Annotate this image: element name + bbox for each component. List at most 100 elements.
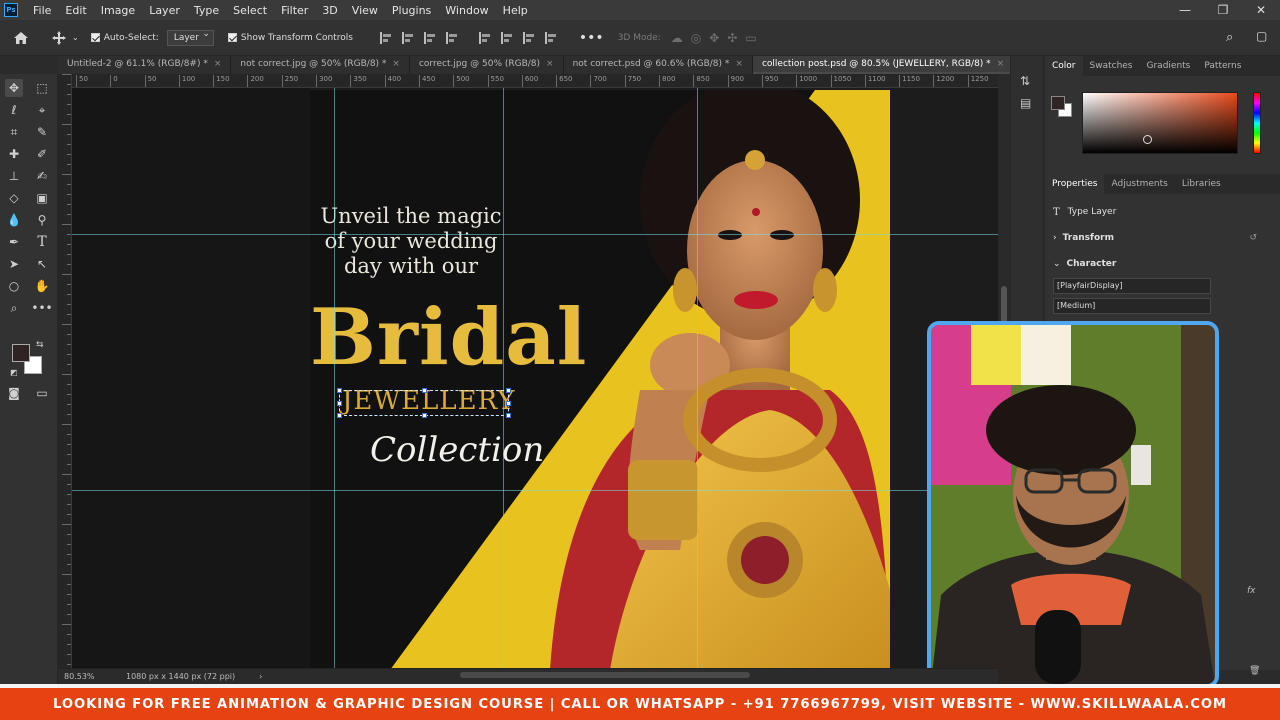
foreground-color-swatch[interactable] bbox=[1051, 96, 1065, 110]
minimize-button[interactable]: — bbox=[1166, 0, 1204, 20]
quick-mask-icon[interactable]: ◙ bbox=[5, 384, 23, 402]
text-selection-box[interactable] bbox=[337, 388, 511, 418]
picker-cursor[interactable] bbox=[1143, 135, 1152, 144]
history-brush-tool-icon[interactable]: ✍ bbox=[33, 167, 51, 185]
color-picker-field[interactable] bbox=[1082, 92, 1238, 154]
default-colors-icon[interactable]: ◩ bbox=[10, 368, 18, 377]
hue-slider[interactable] bbox=[1253, 92, 1261, 154]
gradient-tool-icon[interactable]: ▣ bbox=[33, 189, 51, 207]
horizontal-scrollbar[interactable] bbox=[460, 672, 750, 678]
menu-window[interactable]: Window bbox=[438, 4, 495, 17]
guide-horizontal[interactable] bbox=[72, 234, 998, 235]
path-select-tool-icon[interactable]: ➤ bbox=[5, 255, 23, 273]
auto-select-checkbox[interactable] bbox=[90, 33, 100, 42]
document-info[interactable]: 1080 px x 1440 px (72 ppi) bbox=[126, 672, 235, 681]
history-icon[interactable]: ⇅ bbox=[1020, 74, 1030, 88]
tab-swatches[interactable]: Swatches bbox=[1083, 56, 1140, 76]
chevron-down-icon[interactable]: ⌄ bbox=[72, 33, 79, 42]
fx-label[interactable]: fx bbox=[1247, 586, 1256, 596]
font-family-select[interactable]: [PlayfairDisplay] bbox=[1053, 278, 1211, 294]
menu-3d[interactable]: 3D bbox=[315, 4, 344, 17]
show-transform-checkbox[interactable] bbox=[227, 33, 237, 42]
transform-handle[interactable] bbox=[506, 413, 511, 418]
type-tool-icon[interactable]: T bbox=[33, 233, 51, 251]
direct-select-tool-icon[interactable]: ↖ bbox=[33, 255, 51, 273]
tab-collection-post[interactable]: collection post.psd @ 80.5% (JEWELLERY, … bbox=[752, 56, 1015, 74]
align-middle-icon[interactable] bbox=[500, 31, 513, 44]
menu-layer[interactable]: Layer bbox=[142, 4, 187, 17]
chevron-right-icon[interactable]: › bbox=[259, 672, 262, 681]
guide-horizontal[interactable] bbox=[72, 490, 998, 491]
close-tab-icon[interactable]: × bbox=[214, 59, 222, 69]
distribute-icon[interactable] bbox=[445, 31, 458, 44]
tab-libraries[interactable]: Libraries bbox=[1175, 174, 1228, 194]
tab-correct-jpg[interactable]: correct.jpg @ 50% (RGB/8) × bbox=[409, 56, 564, 74]
comments-icon[interactable]: ▤ bbox=[1020, 96, 1031, 110]
transform-handle[interactable] bbox=[337, 388, 342, 393]
guide-vertical[interactable] bbox=[697, 88, 698, 668]
guide-vertical[interactable] bbox=[503, 88, 504, 668]
tab-properties[interactable]: Properties bbox=[1045, 174, 1105, 194]
headline-text[interactable]: Unveil the magic of your wedding day wit… bbox=[310, 204, 526, 279]
menu-edit[interactable]: Edit bbox=[58, 4, 93, 17]
reset-icon[interactable]: ↺ bbox=[1249, 233, 1257, 243]
home-icon[interactable] bbox=[12, 29, 30, 47]
tab-color[interactable]: Color bbox=[1045, 56, 1083, 76]
align-left-icon[interactable] bbox=[379, 31, 392, 44]
transform-handle[interactable] bbox=[422, 388, 427, 393]
tab-patterns[interactable]: Patterns bbox=[1197, 56, 1248, 76]
delete-layer-icon[interactable]: 🗑 bbox=[1249, 666, 1260, 676]
blur-tool-icon[interactable]: 💧 bbox=[5, 211, 23, 229]
eyedropper-tool-icon[interactable]: ✎ bbox=[33, 123, 51, 141]
title-bridal[interactable]: Bridal bbox=[310, 298, 587, 378]
move-tool-icon[interactable] bbox=[50, 29, 68, 47]
transform-handle[interactable] bbox=[422, 413, 427, 418]
menu-view[interactable]: View bbox=[345, 4, 385, 17]
tab-untitled-2[interactable]: Untitled-2 @ 61.1% (RGB/8#) * × bbox=[58, 56, 232, 74]
transform-handle[interactable] bbox=[337, 413, 342, 418]
menu-plugins[interactable]: Plugins bbox=[385, 4, 438, 17]
hand-tool-icon[interactable]: ✋ bbox=[33, 277, 51, 295]
transform-handle[interactable] bbox=[506, 388, 511, 393]
tab-gradients[interactable]: Gradients bbox=[1140, 56, 1198, 76]
close-tab-icon[interactable]: × bbox=[546, 59, 554, 69]
guide-vertical[interactable] bbox=[334, 88, 335, 668]
auto-select-dropdown[interactable]: Layer bbox=[166, 29, 214, 46]
close-tab-icon[interactable]: × bbox=[997, 59, 1005, 69]
zoom-level[interactable]: 80.53% bbox=[64, 672, 122, 681]
menu-filter[interactable]: Filter bbox=[274, 4, 315, 17]
close-button[interactable]: ✕ bbox=[1242, 0, 1280, 20]
lasso-tool-icon[interactable]: ℓ bbox=[5, 101, 23, 119]
more-options-icon[interactable]: ••• bbox=[579, 30, 604, 46]
align-center-icon[interactable] bbox=[401, 31, 414, 44]
dodge-tool-icon[interactable]: ⚲ bbox=[33, 211, 51, 229]
tab-adjustments[interactable]: Adjustments bbox=[1104, 174, 1174, 194]
more-tools-icon[interactable]: ••• bbox=[31, 299, 52, 317]
artboard[interactable]: Unveil the magic of your wedding day wit… bbox=[310, 90, 890, 668]
restore-button[interactable]: ❐ bbox=[1204, 0, 1242, 20]
align-bottom-icon[interactable] bbox=[522, 31, 535, 44]
distribute-vertical-icon[interactable] bbox=[544, 31, 557, 44]
screen-mode-icon[interactable]: ▭ bbox=[33, 384, 51, 402]
foreground-color-swatch[interactable] bbox=[12, 344, 30, 362]
move-tool-icon[interactable]: ✥ bbox=[5, 79, 23, 97]
align-right-icon[interactable] bbox=[423, 31, 436, 44]
tab-not-correct-jpg[interactable]: not correct.jpg @ 50% (RGB/8) * × bbox=[231, 56, 410, 74]
marquee-tool-icon[interactable]: ⬚ bbox=[33, 79, 51, 97]
healing-brush-tool-icon[interactable]: ✚ bbox=[5, 145, 23, 163]
quick-select-tool-icon[interactable]: ⌖ bbox=[33, 101, 51, 119]
eraser-tool-icon[interactable]: ◇ bbox=[5, 189, 23, 207]
font-style-select[interactable]: [Medium] bbox=[1053, 298, 1211, 314]
transform-handle[interactable] bbox=[506, 401, 511, 406]
transform-handle[interactable] bbox=[337, 401, 342, 406]
menu-file[interactable]: File bbox=[26, 4, 58, 17]
canvas-area[interactable]: Unveil the magic of your wedding day wit… bbox=[72, 88, 998, 668]
zoom-tool-icon[interactable]: ⌕ bbox=[5, 299, 23, 317]
tagline-collection[interactable]: Collection bbox=[370, 430, 544, 470]
menu-image[interactable]: Image bbox=[94, 4, 142, 17]
close-tab-icon[interactable]: × bbox=[735, 59, 743, 69]
close-tab-icon[interactable]: × bbox=[392, 59, 400, 69]
tab-not-correct-psd[interactable]: not correct.psd @ 60.6% (RGB/8) * × bbox=[563, 56, 753, 74]
menu-type[interactable]: Type bbox=[187, 4, 226, 17]
brush-tool-icon[interactable]: ✐ bbox=[33, 145, 51, 163]
